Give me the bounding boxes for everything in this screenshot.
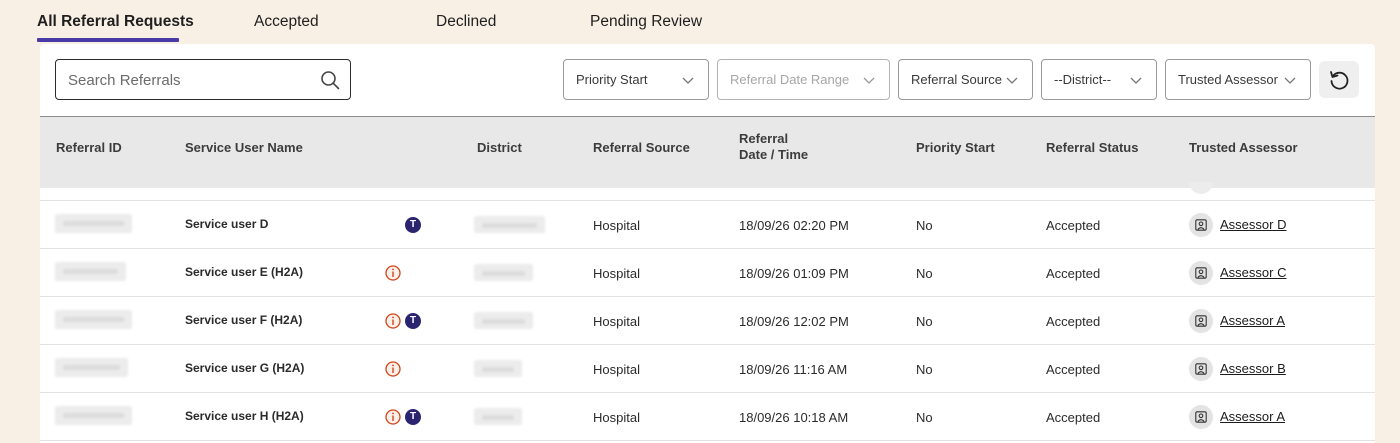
header-referral-date-line2: Date / Time [739, 147, 809, 162]
priority-start: No [916, 362, 933, 377]
search-input[interactable] [68, 69, 308, 91]
referral-source-label: Referral Source [911, 72, 1003, 87]
tab-pending-review[interactable]: Pending Review [590, 13, 702, 31]
referral-status: Accepted [1046, 218, 1101, 233]
search-box [55, 59, 351, 100]
referral-source-dropdown[interactable]: Referral Source [898, 59, 1033, 100]
header-district[interactable]: District [477, 140, 522, 156]
referral-id-redacted [55, 310, 132, 329]
district-redacted [474, 360, 522, 377]
chevron-down-icon [1130, 77, 1142, 84]
priority-start: No [916, 410, 933, 425]
referral-date-time: 18/09/26 01:09 PM [739, 266, 849, 281]
info-warning-icon[interactable] [385, 361, 401, 377]
referral-id-redacted [55, 358, 128, 377]
tab-all-referral-requests[interactable]: All Referral Requests [37, 13, 194, 31]
district-dropdown[interactable]: --District-- [1041, 59, 1157, 100]
chevron-down-icon [682, 77, 694, 84]
priority-start: No [916, 314, 933, 329]
district-redacted [474, 408, 522, 425]
info-warning-icon[interactable] [385, 409, 401, 425]
assessor-link[interactable]: Assessor A [1220, 409, 1285, 424]
table-row[interactable]: Service user E (H2A) Hospital 18/09/26 0… [40, 249, 1375, 297]
table-header: Referral ID Service User Name District R… [40, 116, 1375, 188]
referral-source: Hospital [593, 218, 640, 233]
assessor-avatar-icon [1189, 357, 1213, 381]
assessor-link[interactable]: Assessor A [1220, 313, 1285, 328]
referral-status: Accepted [1046, 362, 1101, 377]
reset-icon [1330, 71, 1349, 90]
referral-date-time: 18/09/26 10:18 AM [739, 410, 849, 425]
table-row[interactable]: Service user G (H2A) Hospital 18/09/26 1… [40, 345, 1375, 393]
header-referral-date-line1: Referral [739, 131, 789, 146]
assessor-avatar-icon [1189, 261, 1213, 285]
referral-id-redacted [55, 262, 126, 281]
referral-status: Accepted [1046, 314, 1101, 329]
assessor-link[interactable]: Assessor D [1220, 217, 1286, 232]
trusted-assessor-label: Trusted Assessor [1178, 72, 1278, 87]
referrals-panel: Priority Start Referral Date Range Refer… [40, 44, 1375, 443]
info-warning-icon[interactable] [385, 265, 401, 281]
trusted-assessor-badge-icon: T [405, 313, 421, 329]
referral-date-range-dropdown[interactable]: Referral Date Range [717, 59, 890, 100]
reset-filters-button[interactable] [1319, 61, 1359, 98]
header-service-user-name[interactable]: Service User Name [185, 140, 303, 156]
assessor-avatar-icon [1189, 405, 1213, 429]
referral-status: Accepted [1046, 410, 1101, 425]
table-row[interactable]: Service user H (H2A) T Hospital 18/09/26… [40, 393, 1375, 441]
tab-declined[interactable]: Declined [436, 13, 496, 31]
trusted-assessor-badge-icon: T [405, 409, 421, 425]
referral-source: Hospital [593, 266, 640, 281]
service-user-name: Service user E (H2A) [185, 265, 304, 279]
table-row[interactable]: Service user F (H2A) T Hospital 18/09/26… [40, 297, 1375, 345]
priority-start: No [916, 218, 933, 233]
info-warning-icon[interactable] [385, 313, 401, 329]
header-referral-id[interactable]: Referral ID [56, 140, 122, 156]
referral-date-time: 18/09/26 12:02 PM [739, 314, 849, 329]
priority-start: No [916, 266, 933, 281]
header-referral-status[interactable]: Referral Status [1046, 140, 1138, 156]
assessor-link[interactable]: Assessor C [1220, 265, 1286, 280]
referral-date-range-label: Referral Date Range [730, 72, 850, 87]
priority-start-label: Priority Start [576, 72, 648, 87]
trusted-assessor-badge-icon: T [405, 217, 421, 233]
active-tab-indicator [37, 38, 179, 42]
district-redacted [474, 264, 533, 281]
assessor-icon-partial [1189, 182, 1213, 194]
chevron-down-icon [863, 77, 875, 84]
tab-bar: All Referral Requests Accepted Declined … [0, 0, 1400, 44]
assessor-link[interactable]: Assessor B [1220, 361, 1286, 376]
district-redacted [474, 312, 533, 329]
district-label: --District-- [1054, 72, 1112, 87]
service-user-name: Service user G (H2A) [185, 361, 305, 375]
assessor-avatar-icon [1189, 309, 1213, 333]
referral-status: Accepted [1046, 266, 1101, 281]
table-row-partial [40, 182, 1375, 201]
district-redacted [474, 216, 545, 233]
header-referral-source[interactable]: Referral Source [593, 140, 690, 156]
referral-date-time: 18/09/26 11:16 AM [739, 362, 848, 377]
referral-date-time: 18/09/26 02:20 PM [739, 218, 849, 233]
chevron-down-icon [1006, 77, 1018, 84]
table-row[interactable]: Service user D T Hospital 18/09/26 02:20… [40, 201, 1375, 249]
referral-source: Hospital [593, 410, 640, 425]
referral-id-redacted [55, 214, 132, 233]
chevron-down-icon [1284, 77, 1296, 84]
trusted-assessor-dropdown[interactable]: Trusted Assessor [1165, 59, 1311, 100]
service-user-name: Service user D [185, 217, 269, 231]
referral-source: Hospital [593, 362, 640, 377]
assessor-avatar-icon [1189, 213, 1213, 237]
service-user-name: Service user F (H2A) [185, 313, 303, 327]
tab-accepted[interactable]: Accepted [254, 13, 319, 31]
search-icon[interactable] [320, 70, 340, 90]
service-user-name: Service user H (H2A) [185, 409, 304, 423]
referral-id-redacted [55, 406, 132, 425]
header-trusted-assessor[interactable]: Trusted Assessor [1189, 140, 1298, 156]
priority-start-dropdown[interactable]: Priority Start [563, 59, 709, 100]
referral-source: Hospital [593, 314, 640, 329]
header-priority-start[interactable]: Priority Start [916, 140, 995, 156]
header-referral-date-time[interactable]: Referral Date / Time [739, 131, 808, 163]
